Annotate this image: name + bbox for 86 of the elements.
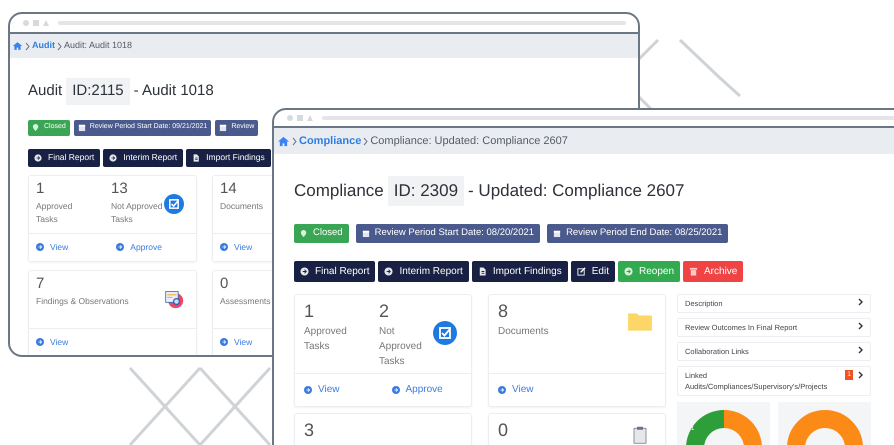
arrow-circle-icon — [220, 338, 228, 346]
stat-value: 14 — [220, 180, 238, 196]
arrow-circle-icon — [304, 386, 312, 394]
report-button[interactable]: Interim Report — [378, 260, 469, 282]
stat-label: Not Approved Tasks — [379, 324, 423, 368]
stat-label: Findings & Observations — [36, 294, 129, 308]
import-button[interactable]: Import Findings — [186, 148, 271, 166]
stat-value: 1 — [304, 302, 316, 320]
checkbox-icon — [164, 194, 184, 214]
chevron-icon — [858, 370, 863, 378]
action-link[interactable]: View — [498, 382, 534, 397]
arrow-circle-icon — [498, 386, 506, 394]
chevron-icon — [292, 136, 297, 146]
report-button[interactable]: Final Report — [28, 148, 100, 166]
stat-label: Approved Tasks — [36, 200, 74, 226]
action-link[interactable]: View — [220, 336, 252, 348]
calendar-icon — [78, 123, 86, 132]
pin-icon — [32, 123, 40, 132]
window-controls-icon — [286, 114, 314, 122]
archive-button[interactable]: Archive — [683, 260, 744, 282]
page-title: - Audit 1018 — [134, 81, 214, 101]
arrow-circle-icon — [34, 154, 42, 162]
trash-icon — [689, 266, 698, 276]
document-icon — [478, 266, 487, 276]
page-title: Audit — [28, 81, 62, 101]
arrow-circle-icon — [36, 243, 44, 251]
report-button[interactable]: Final Report — [294, 260, 376, 282]
action-link[interactable]: View — [220, 240, 252, 254]
calendar-icon — [553, 228, 562, 238]
page-title: Compliance — [294, 180, 384, 202]
status-badge: Closed — [294, 224, 349, 242]
home-icon — [12, 41, 23, 51]
home-icon — [277, 136, 290, 146]
edit-button[interactable]: Edit — [570, 260, 615, 282]
arrow-circle-icon — [384, 266, 394, 276]
stat-value: 2 — [379, 302, 390, 320]
edit-icon — [576, 266, 586, 276]
chevron-icon — [858, 298, 863, 306]
breadcrumb-link[interactable]: Compliance — [299, 132, 362, 150]
action-link[interactable]: Approve — [116, 240, 162, 254]
page-title: - Updated: Compliance 2607 — [468, 180, 684, 202]
stat-label: Not Approved Tasks — [111, 200, 164, 226]
stat-value: 8 — [498, 302, 510, 320]
chevron-icon — [363, 136, 368, 146]
id-label: ID:2115 — [66, 78, 130, 104]
chevron-icon — [57, 42, 62, 50]
breadcrumb-link[interactable]: Audit — [32, 39, 55, 53]
stat-label: Approved Tasks — [304, 324, 348, 354]
calendar-icon — [362, 228, 370, 238]
reopen-button[interactable]: Reopen — [618, 260, 680, 282]
chevron-icon — [858, 346, 863, 354]
chevron-icon — [858, 322, 863, 330]
arrow-circle-icon — [36, 338, 44, 346]
stat-value: 13 — [111, 180, 129, 196]
stat-label: Assessments — [220, 294, 271, 308]
import-button[interactable]: Import Findings — [472, 260, 568, 282]
chevron-icon — [25, 42, 30, 50]
report-button[interactable]: Interim Report — [103, 148, 184, 166]
stat-label: Documents — [220, 200, 263, 212]
stat-value: 3 — [304, 420, 314, 438]
breadcrumb-current: Audit: Audit 1018 — [64, 39, 132, 52]
arrow-circle-icon — [116, 243, 124, 251]
pin-icon — [300, 228, 308, 238]
breadcrumb-current: Compliance: Updated: Compliance 2607 — [370, 134, 568, 149]
arrow-circle-icon — [109, 154, 118, 162]
stat-value: 0 — [498, 420, 508, 438]
id-label: ID: 2309 — [388, 176, 464, 206]
arrow-circle-icon — [624, 266, 633, 276]
document-icon — [192, 154, 200, 162]
stat-label: Documents — [498, 324, 549, 338]
stat-value: 1 — [36, 180, 46, 196]
action-link[interactable]: View — [36, 336, 68, 348]
arrow-circle-icon — [300, 266, 309, 276]
window-controls-icon — [22, 19, 50, 27]
date-badge: Review Period Start Date: 08/20/2021 — [356, 224, 540, 242]
report-magnifier-icon — [164, 288, 184, 308]
calendar-icon — [219, 123, 228, 132]
stat-value: 0 — [220, 276, 230, 290]
date-badge: Review Period End Date: 08/25/2021 — [547, 224, 728, 242]
action-link[interactable]: View — [36, 240, 68, 254]
checkbox-icon — [433, 320, 457, 344]
arrow-circle-icon — [220, 243, 228, 251]
action-link[interactable]: Approve — [392, 382, 443, 397]
arrow-circle-icon — [392, 386, 400, 394]
action-link[interactable]: View — [304, 382, 340, 397]
stat-value: 7 — [36, 276, 46, 290]
